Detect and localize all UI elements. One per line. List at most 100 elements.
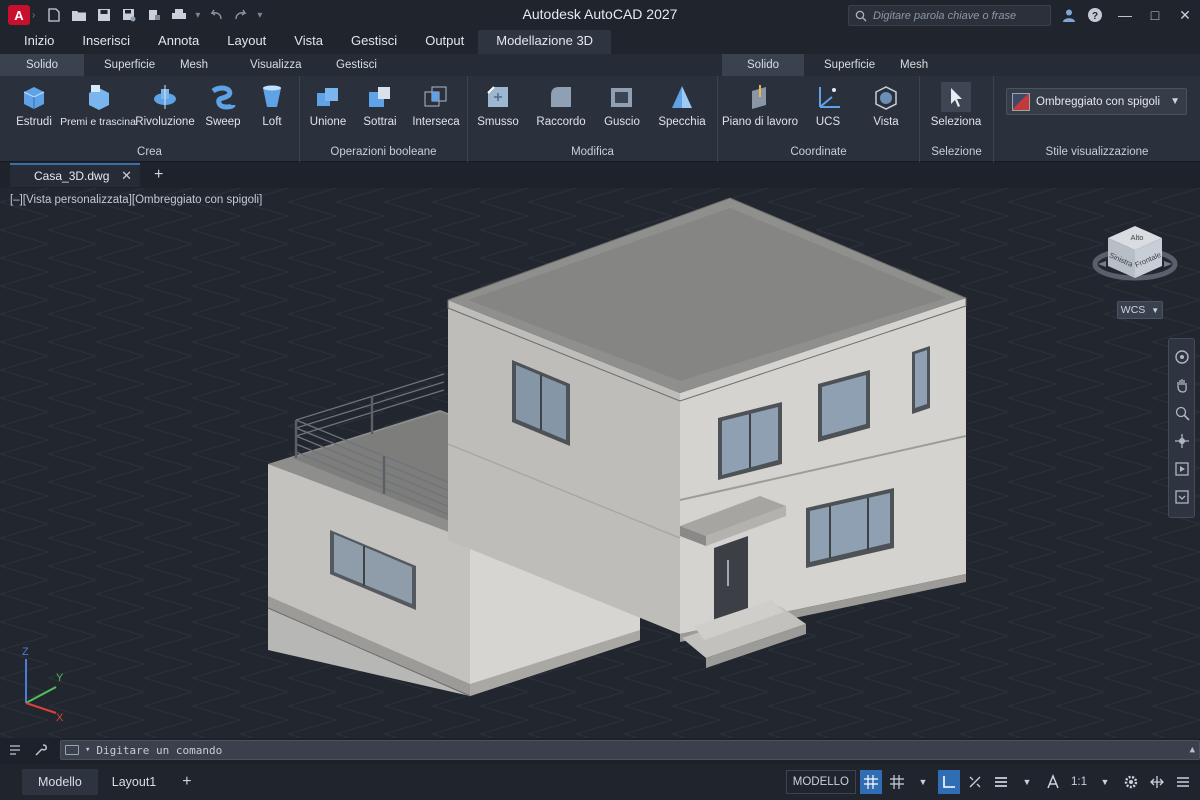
guscio-button[interactable]: Guscio — [590, 82, 654, 128]
plot-printer-icon[interactable] — [168, 4, 190, 26]
subtab-right-superficie[interactable]: Superficie — [804, 54, 880, 76]
qat-customize-dropdown-icon[interactable]: ▾ — [257, 10, 262, 21]
lineweight-dropdown-icon[interactable]: ▼ — [1016, 770, 1038, 794]
viewport-label[interactable]: [–][Vista personalizzata][Ombreggiato co… — [10, 194, 262, 206]
tab-annota[interactable]: Annota — [144, 30, 213, 54]
subtract-icon — [365, 82, 395, 112]
command-history-icon[interactable] — [4, 739, 26, 761]
visual-style-icon — [1012, 92, 1030, 111]
redo-icon[interactable] — [230, 4, 252, 26]
model-space-toggle[interactable]: MODELLO — [785, 770, 856, 794]
wcs-dropdown[interactable]: WCS ▼ — [1117, 301, 1163, 319]
rivoluzione-button[interactable]: Rivoluzione — [133, 82, 197, 128]
viewcube[interactable]: Alto Sinistra Frontale — [1090, 212, 1180, 312]
panel-modifica-title: Modifica — [571, 146, 614, 158]
visual-style-value: Ombreggiato con spigoli — [1036, 95, 1161, 108]
subtab-right-mesh[interactable]: Mesh — [880, 54, 944, 76]
subtab-visualizza[interactable]: Visualizza — [230, 54, 316, 76]
seleziona-button[interactable]: Seleziona — [924, 82, 988, 128]
document-tab[interactable]: Casa_3D.dwg ✕ — [10, 163, 140, 187]
tab-inserisci[interactable]: Inserisci — [68, 30, 144, 54]
new-file-icon[interactable] — [43, 4, 65, 26]
drawing-viewport[interactable]: [–][Vista personalizzata][Ombreggiato co… — [0, 188, 1200, 738]
save-as-icon[interactable] — [118, 4, 140, 26]
pan-hand-icon[interactable] — [1172, 375, 1192, 395]
open-folder-icon[interactable] — [68, 4, 90, 26]
subtab-mesh[interactable]: Mesh — [158, 54, 230, 76]
tab-modellazione-3d[interactable]: Modellazione 3D — [478, 30, 612, 54]
estrudi-button[interactable]: Estrudi — [2, 82, 66, 128]
command-placeholder: Digitare un comando — [96, 743, 223, 757]
keyboard-icon — [65, 745, 79, 755]
workspace-switch-icon[interactable] — [1146, 770, 1168, 794]
plot-dropdown-icon[interactable]: ▾ — [195, 10, 200, 21]
app-menu-chevron-icon[interactable]: › — [32, 10, 35, 21]
snap-mode-icon[interactable] — [886, 770, 908, 794]
vista-button[interactable]: Vista — [854, 82, 918, 128]
add-layout-icon[interactable]: + — [182, 773, 191, 791]
interseca-button[interactable]: Interseca — [404, 82, 468, 128]
tab-modello[interactable]: Modello — [22, 769, 98, 795]
document-tab-name: Casa_3D.dwg — [34, 169, 110, 183]
showmotion-icon[interactable] — [1172, 459, 1192, 479]
fillet-icon — [546, 82, 576, 112]
new-tab-icon[interactable]: + — [154, 166, 163, 184]
tab-inizio[interactable]: Inizio — [10, 30, 68, 54]
settings-gear-icon[interactable] — [1120, 770, 1142, 794]
visual-style-dropdown[interactable]: Ombreggiato con spigoli ▼ — [1006, 88, 1187, 115]
navbar-options-icon[interactable] — [1172, 487, 1192, 507]
chamfer-icon — [483, 82, 513, 112]
annotation-scale-value[interactable]: 1:1 — [1068, 770, 1090, 794]
save-icon[interactable] — [93, 4, 115, 26]
command-expand-icon[interactable]: ▲ — [1190, 745, 1195, 755]
minimize-icon[interactable]: — — [1110, 0, 1140, 30]
customize-wrench-icon[interactable] — [30, 739, 52, 761]
subtab-superficie[interactable]: Superficie — [84, 54, 158, 76]
ribbon-tab-bar: Inizio Inserisci Annota Layout Vista Ges… — [0, 28, 1200, 54]
grid-display-icon[interactable] — [860, 770, 882, 794]
snap-dropdown-icon[interactable]: ▼ — [912, 770, 934, 794]
tab-layout[interactable]: Layout — [213, 30, 280, 54]
lineweight-icon[interactable] — [990, 770, 1012, 794]
command-line: ▾ Digitare un comando ▲ — [0, 738, 1200, 762]
ortho-mode-icon[interactable] — [938, 770, 960, 794]
app-logo-button[interactable]: A — [8, 5, 30, 25]
orbit-icon[interactable] — [1172, 431, 1192, 451]
subtab-gestisci[interactable]: Gestisci — [316, 54, 390, 76]
polar-tracking-icon[interactable] — [964, 770, 986, 794]
tab-vista[interactable]: Vista — [280, 30, 337, 54]
piano-di-lavoro-button[interactable]: Piano di lavoro — [722, 82, 798, 128]
panel-operazioni-booleane: Unione Sottrai Interseca Operazioni bool… — [300, 76, 468, 162]
publish-icon[interactable] — [143, 4, 165, 26]
undo-icon[interactable] — [205, 4, 227, 26]
annotation-scale-icon[interactable] — [1042, 770, 1064, 794]
tab-layout1[interactable]: Layout1 — [98, 769, 170, 795]
maximize-icon[interactable]: □ — [1140, 0, 1170, 30]
premi-trascina-button[interactable]: Premi e trascina — [60, 82, 136, 128]
steering-wheel-icon[interactable] — [1172, 347, 1192, 367]
customization-menu-icon[interactable] — [1172, 770, 1194, 794]
user-account-icon[interactable] — [1058, 4, 1080, 26]
smusso-button[interactable]: Smusso — [466, 82, 530, 128]
help-icon[interactable]: ? — [1084, 4, 1106, 26]
model-3d-house[interactable] — [0, 188, 1200, 738]
loft-button[interactable]: Loft — [240, 82, 304, 128]
tab-output[interactable]: Output — [411, 30, 478, 54]
subtab-right-solido[interactable]: Solido — [722, 54, 804, 76]
close-window-icon[interactable]: ✕ — [1170, 0, 1200, 30]
subtab-solido[interactable]: Solido — [0, 54, 84, 76]
tab-gestisci[interactable]: Gestisci — [337, 30, 411, 54]
ucs-label: UCS — [815, 116, 841, 128]
search-box[interactable]: Digitare parola chiave o frase — [848, 5, 1051, 26]
close-tab-icon[interactable]: ✕ — [121, 168, 132, 184]
command-input[interactable]: ▾ Digitare un comando ▲ — [60, 740, 1200, 760]
raccordo-button[interactable]: Raccordo — [529, 82, 593, 128]
shell-icon — [607, 82, 637, 112]
scale-dropdown-icon[interactable]: ▼ — [1094, 770, 1116, 794]
panel-modifica: Smusso Raccordo Guscio Specchia Modifica — [468, 76, 718, 162]
panel-selezione: Seleziona Selezione — [920, 76, 994, 162]
sottrai-button[interactable]: Sottrai — [348, 82, 412, 128]
ucs-button[interactable]: UCS — [796, 82, 860, 128]
specchia-button[interactable]: Specchia — [650, 82, 714, 128]
zoom-extents-icon[interactable] — [1172, 403, 1192, 423]
